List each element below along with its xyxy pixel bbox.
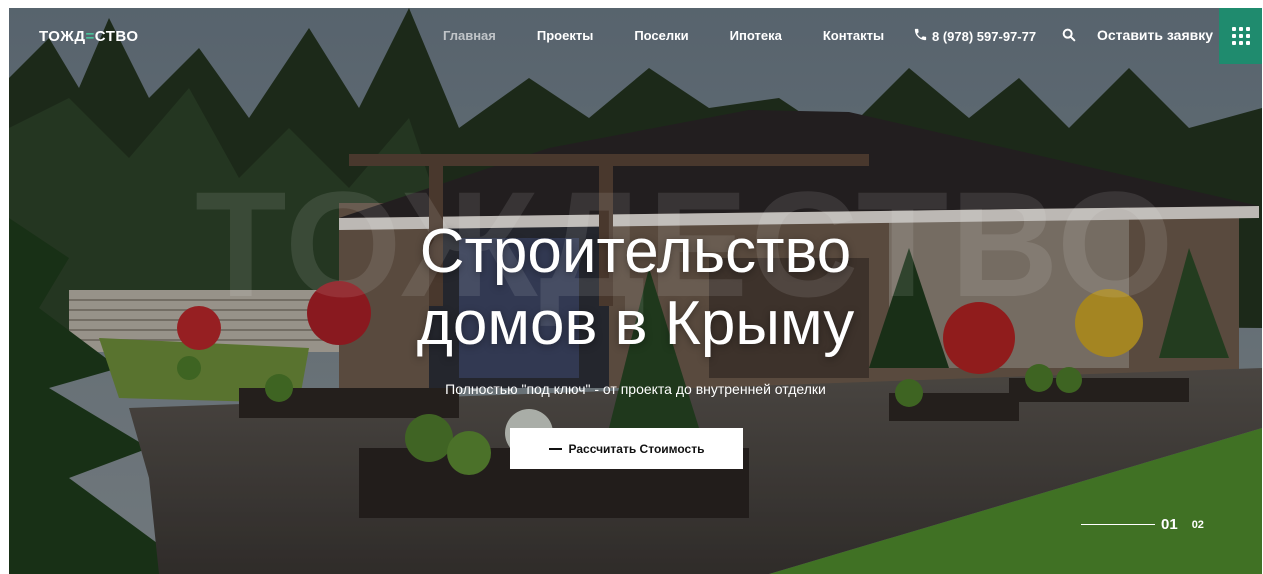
dash-icon [548, 447, 562, 450]
slider-pagination: 01 02 [1081, 516, 1204, 533]
main-nav: Главная Проекты Поселки Ипотека Контакты [443, 28, 925, 43]
hero-title-line-1: Строительство [419, 217, 852, 286]
nav-item-projects[interactable]: Проекты [537, 28, 593, 43]
hero-frame: ТОЖДЕСТВО ТОЖД=СТВО Главная Проекты Посе… [9, 8, 1262, 574]
nav-item-contacts[interactable]: Контакты [823, 28, 884, 43]
search-icon[interactable] [1061, 27, 1077, 43]
logo-text-start: ТОЖД [39, 28, 86, 45]
nav-item-mortgage[interactable]: Ипотека [730, 28, 782, 43]
hero-title-line-2: домов в Крыму [416, 289, 855, 358]
phone-icon [913, 27, 928, 45]
calculate-cost-button[interactable]: Рассчитать Стоимость [510, 428, 743, 469]
calculate-cost-label: Рассчитать Стоимость [568, 441, 705, 456]
request-link[interactable]: Оставить заявку [1097, 27, 1213, 43]
site-logo[interactable]: ТОЖД=СТВО [39, 28, 139, 45]
slide-next[interactable]: 02 [1192, 519, 1204, 531]
nav-item-settlements[interactable]: Поселки [634, 28, 688, 43]
nav-item-home[interactable]: Главная [443, 28, 496, 43]
phone-link[interactable]: 8 (978) 597-97-77 [913, 27, 1036, 45]
logo-accent: = [85, 28, 95, 45]
hero-title: Строительство домов в Крыму [9, 216, 1262, 360]
slide-current[interactable]: 01 [1161, 516, 1178, 533]
grid-menu-icon[interactable] [1219, 8, 1262, 64]
phone-number: 8 (978) 597-97-77 [932, 28, 1037, 44]
hero-subtitle: Полностью "под ключ" - от проекта до вну… [445, 381, 826, 397]
slider-progress-line [1081, 524, 1155, 525]
logo-text-end: СТВО [94, 28, 139, 45]
